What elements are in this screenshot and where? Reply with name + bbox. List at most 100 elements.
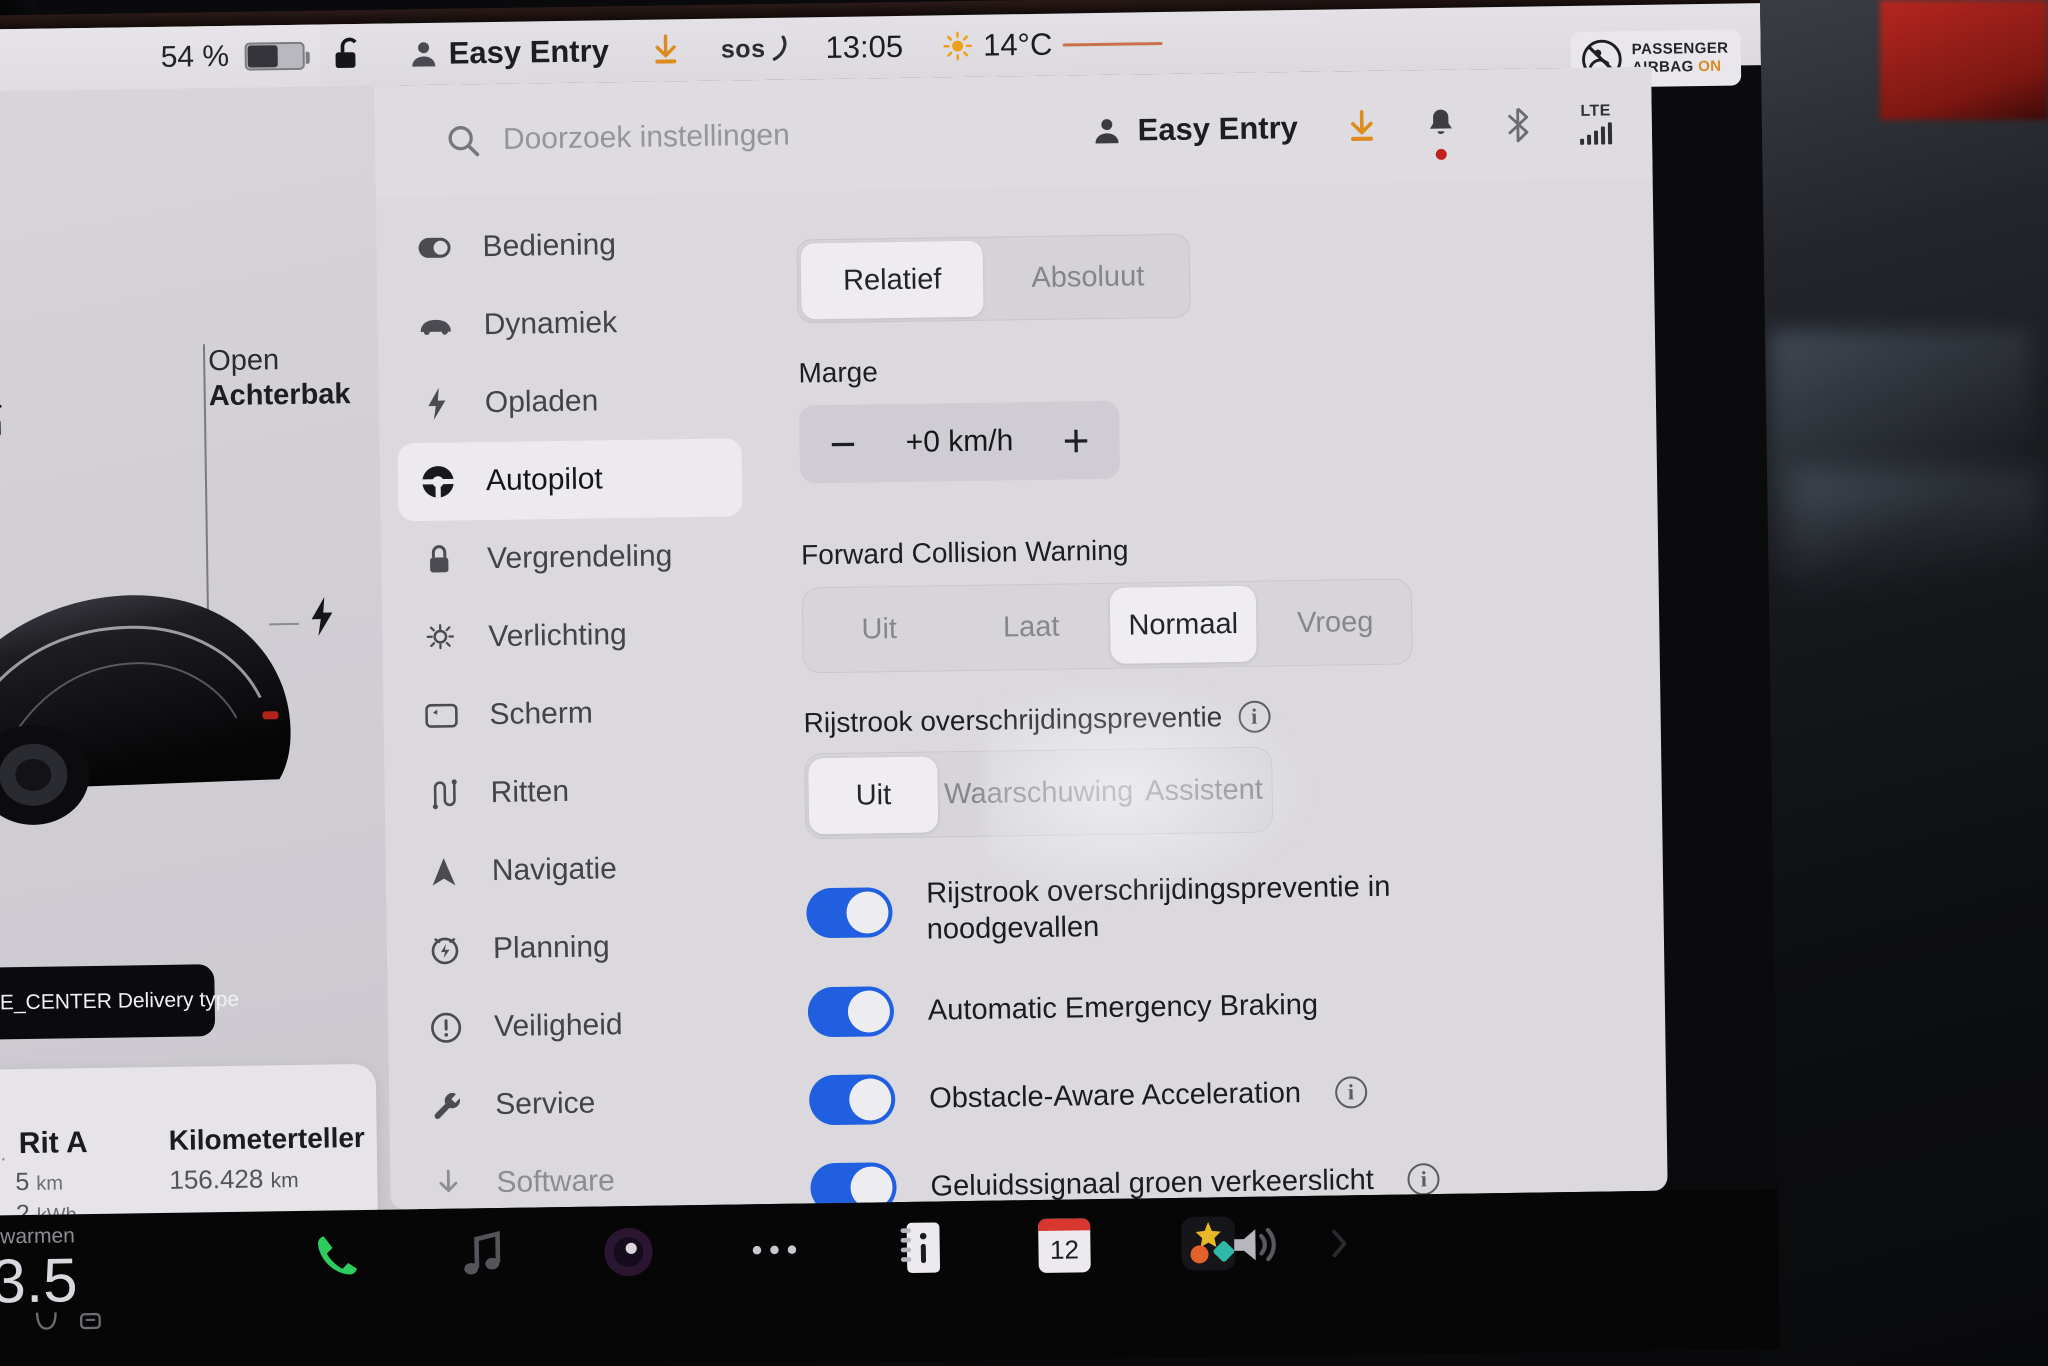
unlock-status-icon[interactable] (332, 36, 367, 75)
sidebar-item-vergrendeling[interactable]: Vergrendeling (399, 516, 744, 599)
trunk-callout[interactable]: Open Achterbak (208, 341, 399, 414)
settings-sidebar: Bediening Dynamiek Opladen Autopilot Ver… (376, 192, 771, 1210)
download-icon[interactable] (1346, 109, 1379, 145)
sidebar-item-ritten[interactable]: Ritten (402, 750, 747, 833)
sidebar-item-planning[interactable]: Planning (404, 906, 749, 989)
battery-icon (244, 41, 306, 71)
clock: 13:05 (825, 28, 904, 66)
margin-value: +0 km/h (905, 424, 1014, 459)
dashboard-highlight-secondary (1790, 470, 2040, 600)
route-icon (424, 776, 461, 813)
cellular-signal: LTE (1580, 102, 1613, 145)
driver-profile-name[interactable]: Easy Entry (448, 33, 609, 71)
sidebar-item-service[interactable]: Service (407, 1062, 752, 1145)
volume-icon[interactable] (1228, 1220, 1287, 1269)
sidebar-label: Ritten (490, 774, 570, 810)
bluetooth-icon[interactable] (1504, 107, 1533, 143)
download-icon (430, 1165, 467, 1202)
lane-option-assistent[interactable]: Assistent (1139, 752, 1270, 830)
speed-mode-option-absoluut[interactable]: Absoluut (989, 238, 1187, 317)
sidebar-item-opladen[interactable]: Opladen (396, 360, 741, 443)
fcw-option-laat[interactable]: Laat (958, 588, 1105, 666)
sos-label[interactable]: sos (721, 34, 766, 64)
unlock-icon[interactable] (0, 401, 14, 444)
sidebar-label: Vergrendeling (486, 539, 673, 576)
toggle-row-emergency-lane[interactable]: Rijstrook overschrijdingspreventie in no… (806, 866, 1604, 950)
signal-bars (1580, 122, 1613, 145)
dock-app-icons: 12 (308, 1215, 1237, 1285)
settings-window: Doorzoek instellingen Easy Entry LTE Bed… (374, 66, 1668, 1210)
download-icon[interactable] (651, 33, 682, 67)
margin-increment-button[interactable]: + (1062, 414, 1090, 466)
climate-control-driver[interactable]: Opwarmen 23.5 (0, 1221, 310, 1336)
info-icon[interactable]: i (1407, 1163, 1441, 1196)
lane-departure-label: Rijstrook overschrijdingspreventie (803, 701, 1223, 739)
toggle-switch[interactable] (806, 887, 893, 939)
sidebar-label: Navigatie (491, 852, 618, 888)
lane-option-waarschuwing[interactable]: Waarschuwing (944, 754, 1134, 833)
toggle-row-aeb[interactable]: Automatic Emergency Braking (807, 976, 1606, 1038)
info-icon[interactable]: i (1334, 1076, 1368, 1109)
charge-port-bolt-icon[interactable] (309, 596, 336, 637)
toggle-switch[interactable] (807, 986, 895, 1038)
red-car-reflection (1880, 0, 2048, 120)
chevron-right-icon[interactable] (1326, 1226, 1353, 1260)
margin-stepper[interactable]: − +0 km/h + (798, 400, 1121, 484)
steering-heater-icon[interactable] (75, 1308, 105, 1334)
sidebar-item-veiligheid[interactable]: Veiligheid (406, 984, 751, 1067)
sidebar-label: Autopilot (485, 462, 603, 498)
delivery-toast-text: CE_CENTER Delivery type (0, 987, 240, 1015)
person-icon[interactable] (408, 38, 438, 70)
notifications-button[interactable] (1426, 106, 1457, 160)
settings-profile[interactable]: Easy Entry (1091, 110, 1298, 149)
delivery-toast[interactable]: CE_CENTER Delivery type (0, 964, 239, 1041)
sidebar-item-dynamiek[interactable]: Dynamiek (395, 282, 740, 365)
phone-icon[interactable] (308, 1228, 365, 1285)
toggle-row-obstacle-aware[interactable]: Obstacle-Aware Acceleration i (808, 1064, 1607, 1126)
sun-icon (943, 31, 973, 61)
autopilot-settings-content: Relatief Absoluut Marge − +0 km/h + Forw… (756, 179, 1668, 1210)
car-3d-render[interactable] (0, 535, 312, 841)
network-type: LTE (1580, 102, 1612, 120)
fcw-option-uit[interactable]: Uit (806, 590, 953, 668)
fcw-option-normaal[interactable]: Normaal (1109, 585, 1257, 664)
toggle-switch[interactable] (808, 1074, 896, 1126)
light-icon (422, 620, 459, 657)
navigation-icon (426, 854, 463, 891)
seat-heater-icon[interactable] (31, 1309, 61, 1335)
margin-decrement-button[interactable]: − (829, 418, 857, 470)
sidebar-item-navigatie[interactable]: Navigatie (403, 828, 748, 911)
person-icon (1095, 119, 1119, 144)
toggle-icon (416, 230, 453, 267)
status-bar-left: 54 % (0, 24, 322, 92)
release-notes-icon[interactable] (892, 1219, 949, 1276)
sidebar-label: Bediening (482, 228, 617, 264)
search-box[interactable]: Doorzoek instellingen (445, 118, 790, 159)
sidebar-label: Planning (492, 930, 610, 966)
volume-control[interactable] (1228, 1219, 1353, 1269)
more-icon[interactable] (746, 1222, 803, 1279)
toggle-label: Rijstrook overschrijdingspreventie in no… (925, 870, 1391, 946)
toggle-label: Automatic Emergency Braking (927, 988, 1319, 1027)
sidebar-item-verlichting[interactable]: Verlichting (400, 594, 745, 677)
lane-departure-segmented-control[interactable]: Uit Waarschuwing Assistent (804, 746, 1274, 840)
sidebar-item-software[interactable]: Software (408, 1140, 753, 1209)
lane-option-uit[interactable]: Uit (808, 756, 939, 835)
sidebar-item-autopilot[interactable]: Autopilot (397, 438, 743, 522)
camera-icon[interactable] (600, 1224, 657, 1281)
forward-collision-segmented-control[interactable]: Uit Laat Normaal Vroeg (801, 578, 1413, 674)
speed-mode-segmented-control[interactable]: Relatief Absoluut (796, 233, 1191, 324)
trip-name: Rit A (18, 1126, 88, 1161)
speed-mode-option-relatief[interactable]: Relatief (800, 240, 984, 320)
search-input[interactable]: Doorzoek instellingen (503, 119, 790, 157)
airbag-line-1: PASSENGER (1631, 39, 1729, 59)
music-icon[interactable] (454, 1226, 511, 1283)
calendar-icon[interactable]: 12 (1038, 1218, 1091, 1273)
trip-info-card[interactable]: ··· Rit A 5 km 2 kWh 376 Wh/km Kilometer… (0, 1063, 379, 1230)
sidebar-item-bediening[interactable]: Bediening (394, 204, 739, 287)
fcw-option-vroeg[interactable]: Vroeg (1262, 583, 1409, 661)
bottom-dock: Opwarmen 23.5 12 (0, 1189, 1781, 1366)
sidebar-item-scherm[interactable]: Scherm (401, 672, 746, 755)
trip-menu-dots[interactable]: ··· (0, 1145, 9, 1171)
info-icon[interactable]: i (1237, 700, 1271, 733)
